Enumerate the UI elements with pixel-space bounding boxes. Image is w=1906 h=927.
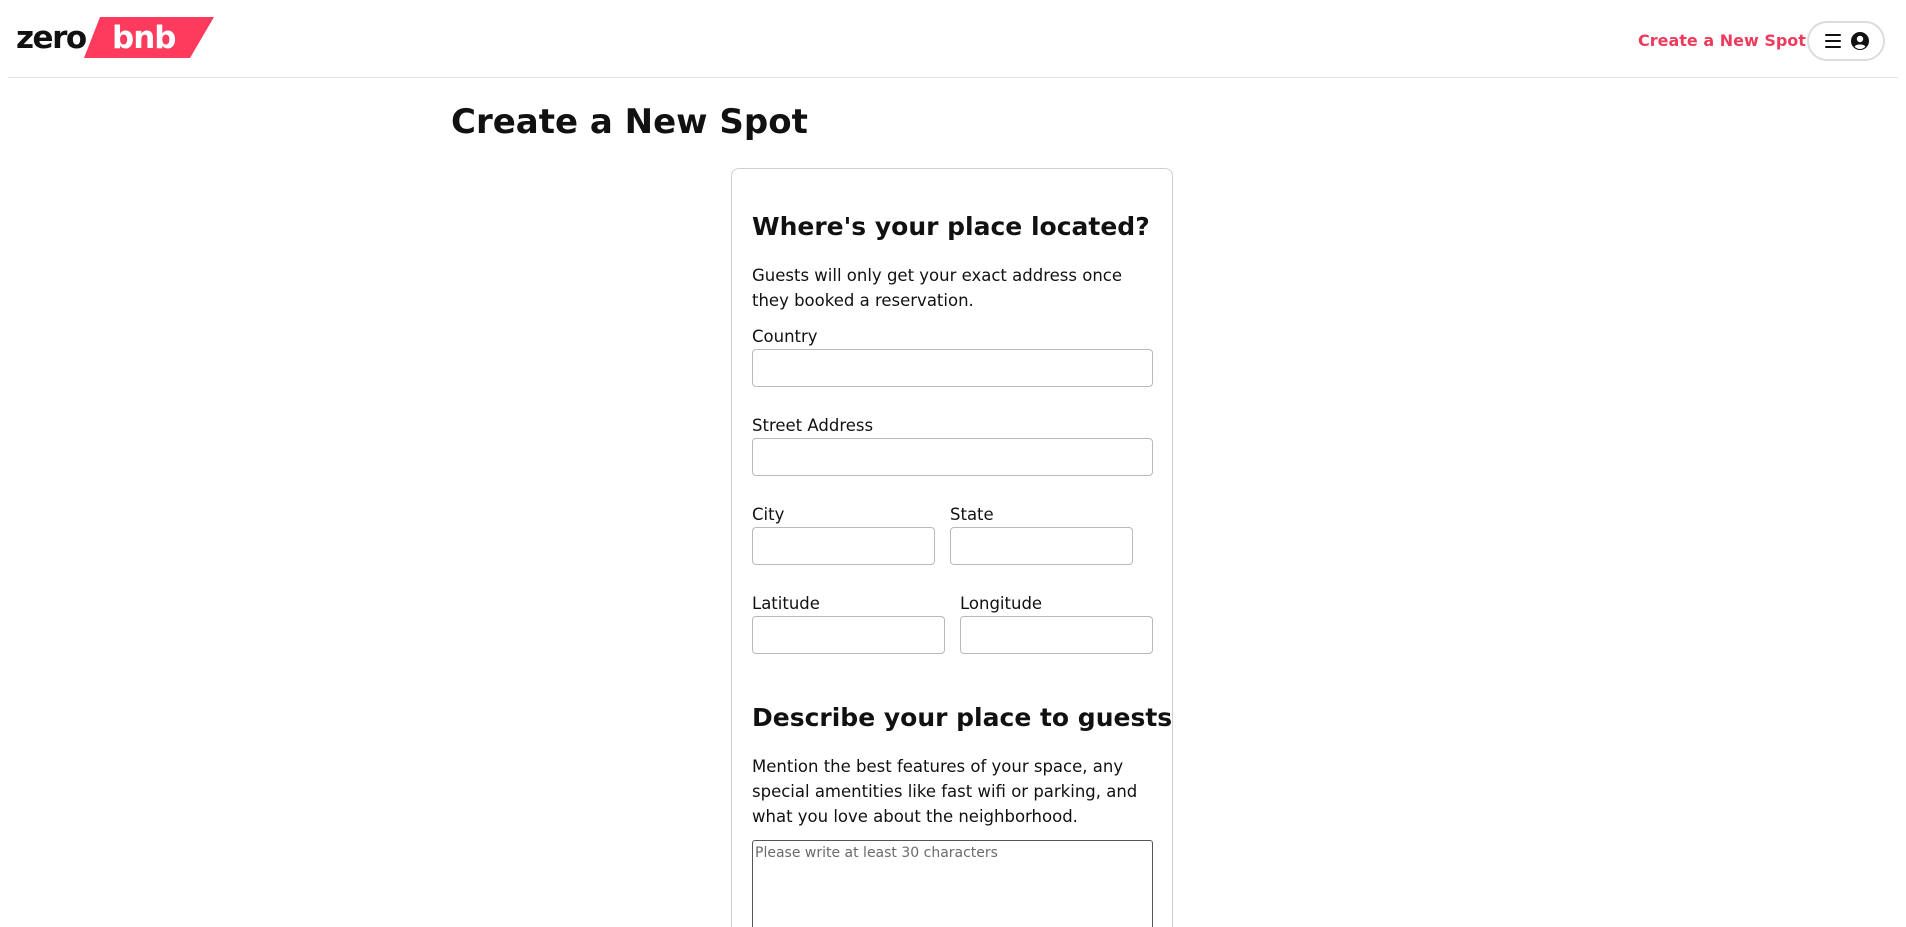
- latitude-label: Latitude: [752, 594, 820, 613]
- street-address-input[interactable]: [752, 438, 1153, 476]
- location-section-description: Guests will only get your exact address …: [752, 266, 1122, 310]
- create-new-spot-link[interactable]: Create a New Spot: [1638, 30, 1806, 52]
- longitude-input[interactable]: [960, 616, 1153, 654]
- longitude-label: Longitude: [960, 594, 1043, 613]
- header-divider: [8, 77, 1898, 78]
- latitude-input[interactable]: [752, 616, 945, 654]
- description-textarea[interactable]: [752, 840, 1153, 927]
- hamburger-icon: [1825, 34, 1841, 49]
- country-label: Country: [752, 327, 818, 346]
- user-menu-button[interactable]: [1807, 21, 1885, 61]
- country-input[interactable]: [752, 349, 1153, 387]
- city-label: City: [752, 505, 785, 524]
- create-spot-form: Where's your place located? Guests will …: [731, 168, 1173, 927]
- logo-text-zero: zero: [16, 20, 87, 56]
- logo-text-bnb: bnb: [112, 20, 176, 56]
- description-section-text: Mention the best features of your space,…: [752, 757, 1138, 826]
- description-section-heading: Describe your place to guests: [752, 703, 1173, 732]
- street-address-label: Street Address: [752, 416, 874, 435]
- user-circle-icon: [1851, 32, 1869, 50]
- page-title: Create a New Spot: [451, 102, 808, 142]
- city-input[interactable]: [752, 527, 935, 565]
- top-navbar: zero bnb Create a New Spot: [0, 0, 1906, 78]
- state-input[interactable]: [950, 527, 1133, 565]
- location-section-heading: Where's your place located?: [752, 212, 1150, 241]
- state-label: State: [950, 505, 994, 524]
- zerobnb-logo[interactable]: zero bnb: [16, 17, 216, 59]
